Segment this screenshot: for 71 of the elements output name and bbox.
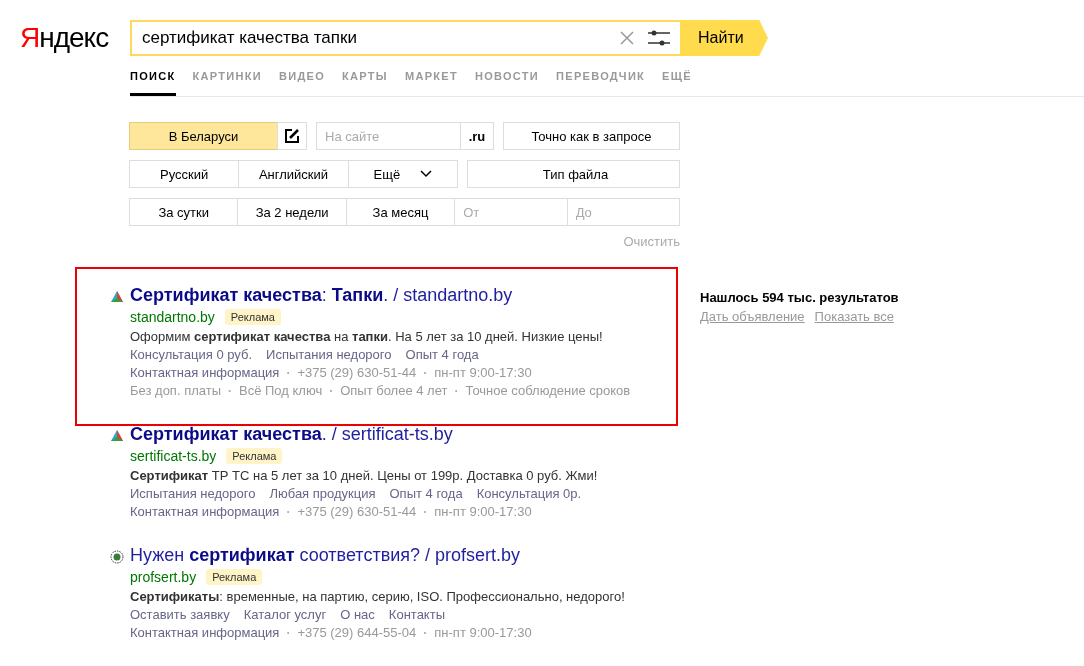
feature-text: Без доп. платы [130, 383, 221, 398]
domain-link[interactable]: standartno.by [130, 309, 215, 325]
result-snippet: Оформим сертификат качества на тапки. На 5 лет за 10 дней. Низкие цены! [130, 329, 604, 344]
date-from-field[interactable]: От [454, 198, 568, 226]
region-button[interactable]: В Беларуси [129, 122, 278, 150]
triangle-logo-icon [110, 290, 124, 304]
domain-link[interactable]: profsert.by [130, 569, 197, 585]
sitelink[interactable]: Любая продукция [269, 486, 376, 501]
result-title-link[interactable]: Сертификат качества. / sertificat-ts.by [130, 424, 676, 445]
result-title-link[interactable]: Сертификат качества: Тапки. / standartno.by [130, 285, 676, 306]
contact-info-link[interactable]: Контактная информация [130, 625, 280, 640]
sliders-icon[interactable] [648, 30, 670, 46]
phone-number: +375 (29) 630-51-44 [297, 365, 417, 380]
result-snippet: Сертификат ТР ТС на 5 лет за 10 дней. Цены от 199р. Доставка 0 руб. Жми! [130, 468, 599, 483]
sitelink[interactable]: Испытания недорого [266, 347, 392, 362]
result-snippet: Сертификаты: временные, на партию, серию, ISO. Профессионально, недорого! [130, 589, 626, 604]
separator: · [423, 365, 428, 380]
feature-text: Опыт более 4 лет [340, 383, 448, 398]
feature-text: Всё Под ключ [239, 383, 323, 398]
domain-link[interactable]: sertificat-ts.by [130, 448, 217, 464]
separator: · [228, 383, 232, 398]
feature-text: Точное соблюдение сроков [465, 383, 631, 398]
contact-info-link[interactable]: Контактная информация [130, 365, 280, 380]
edit-icon [284, 128, 300, 144]
language-button[interactable]: Русский [129, 160, 240, 188]
separator: · [454, 383, 459, 398]
sitelink[interactable]: Опыт 4 года [389, 486, 463, 501]
nav-tab[interactable]: ПОИСК [130, 66, 176, 96]
separator: · [286, 504, 291, 519]
edit-region-button[interactable] [277, 122, 307, 150]
period-button[interactable]: За 2 недели [237, 198, 347, 226]
search-button[interactable]: Найти [680, 20, 768, 56]
separator: · [329, 383, 334, 398]
sitelink[interactable]: Опыт 4 года [405, 347, 479, 362]
separator: · [286, 625, 291, 640]
results-count: Нашлось 594 тыс. результатов [700, 290, 899, 305]
working-hours: пн-пт 9:00-17:30 [434, 365, 532, 380]
sitelink[interactable]: Консультация 0р. [476, 486, 582, 501]
search-field[interactable]: сертификат качества тапки [130, 20, 680, 56]
sitelink[interactable]: Контакты [388, 607, 445, 622]
site-field[interactable]: На сайте [316, 122, 461, 150]
chevron-down-icon [420, 170, 433, 178]
date-to-field[interactable]: До [566, 198, 681, 226]
triangle-logo-icon [110, 429, 124, 443]
logo[interactable]: Яндекс [20, 22, 130, 54]
period-button[interactable]: За сутки [129, 198, 239, 226]
phone-number: +375 (29) 644-55-04 [297, 625, 417, 640]
ad-label: Реклама [224, 309, 281, 325]
separator: · [286, 365, 291, 380]
separator: · [423, 504, 428, 519]
result-title-link[interactable]: Нужен сертификат соответствия? / profsert.by [130, 545, 676, 566]
period-button[interactable]: За месяц [345, 198, 456, 226]
sitelink[interactable]: Испытания недорого [130, 486, 256, 501]
sitelink[interactable]: О нас [340, 607, 375, 622]
exact-match-button[interactable]: Точно как в запросе [503, 122, 680, 150]
file-type-dropdown[interactable]: Тип файла [467, 160, 680, 188]
language-button[interactable]: Ещё [347, 160, 458, 188]
working-hours: пн-пт 9:00-17:30 [434, 625, 532, 640]
language-button[interactable]: Английский [238, 160, 349, 188]
close-icon[interactable] [620, 31, 634, 45]
zone-button[interactable]: .ru [460, 122, 494, 150]
phone-number: +375 (29) 630-51-44 [297, 504, 417, 519]
sitelink[interactable]: Каталог услуг [243, 607, 327, 622]
ad-label: Реклама [206, 569, 263, 585]
sitelink[interactable]: Оставить заявку [130, 607, 230, 622]
sitelink[interactable]: Консультация 0 руб. [130, 347, 253, 362]
ad-label: Реклама [226, 448, 283, 464]
seal-icon [110, 550, 124, 564]
separator: · [423, 625, 428, 640]
contact-info-link[interactable]: Контактная информация [130, 504, 280, 519]
working-hours: пн-пт 9:00-17:30 [434, 504, 532, 519]
